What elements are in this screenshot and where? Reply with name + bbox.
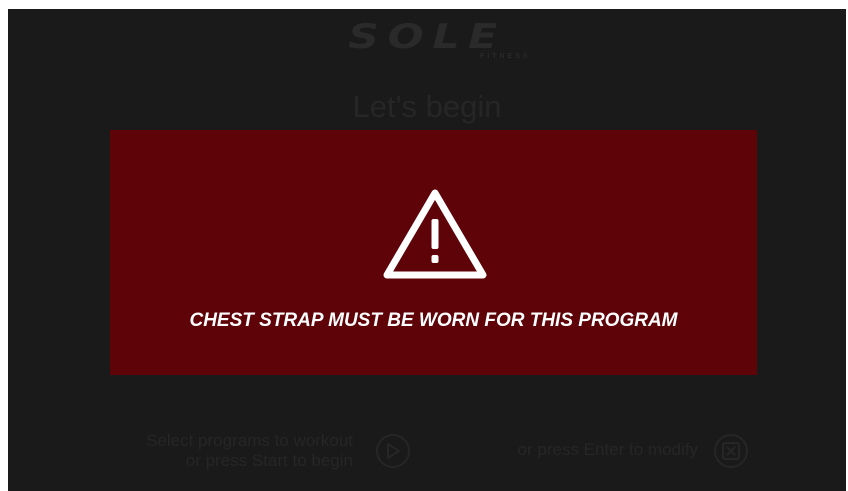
modify-button[interactable] bbox=[714, 434, 748, 468]
start-hint-line-2: or press Start to begin bbox=[185, 451, 353, 470]
close-icon bbox=[722, 442, 740, 460]
alert-message: CHEST STRAP MUST BE WORN FOR THIS PROGRA… bbox=[189, 310, 678, 331]
logo-subtitle: FITNESS bbox=[480, 53, 531, 60]
treadmill-console-screen: SOLE FITNESS Let's begin Select programs… bbox=[8, 9, 846, 491]
modify-hint: or press Enter to modify bbox=[517, 440, 698, 459]
start-hint: Select programs to workout or press Star… bbox=[108, 431, 353, 471]
warning-triangle-icon bbox=[383, 189, 487, 279]
play-icon bbox=[387, 443, 400, 459]
brand-logo: SOLE bbox=[8, 17, 846, 57]
page-heading: Let's begin bbox=[352, 89, 502, 124]
start-button[interactable] bbox=[376, 434, 410, 468]
alert-dialog: CHEST STRAP MUST BE WORN FOR THIS PROGRA… bbox=[110, 130, 757, 375]
start-hint-line-1: Select programs to workout bbox=[146, 431, 353, 450]
logo-wordmark: SOLE bbox=[348, 17, 506, 57]
